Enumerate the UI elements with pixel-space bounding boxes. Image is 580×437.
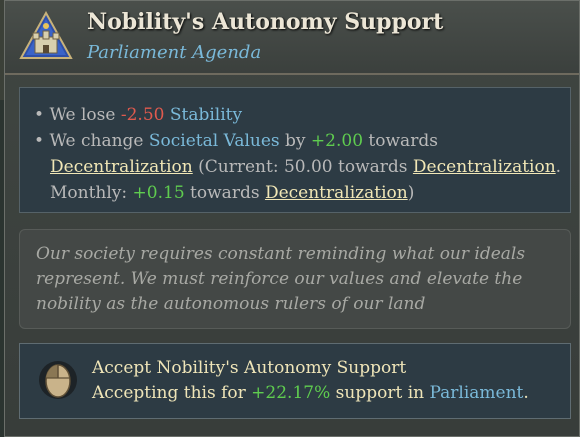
tooltip-subtitle: Parliament Agenda <box>87 42 262 63</box>
flavor-line: Our society requires constant reminding … <box>36 244 526 264</box>
effects-box: • We lose -2.50 Stability • We change So… <box>19 87 571 213</box>
effect-line-monthly: Monthly: +0.15 towards Decentralization) <box>50 183 415 203</box>
accept-action-description: Accepting this for +22.17% support in Pa… <box>92 383 529 403</box>
decentralization-link[interactable]: Decentralization <box>413 157 556 177</box>
stability-link[interactable]: Stability <box>170 105 242 125</box>
tooltip-panel: Nobility's Autonomy Support Parliament A… <box>4 0 580 437</box>
tooltip-title: Nobility's Autonomy Support <box>87 9 444 35</box>
effect-line-current: Decentralization (Current: 50.00 towards… <box>50 157 562 177</box>
societal-values-link[interactable]: Societal Values <box>149 131 280 151</box>
parliament-support-value: +22.17% <box>251 383 331 403</box>
societal-change-value: +2.00 <box>310 131 364 151</box>
tooltip-header: Nobility's Autonomy Support Parliament A… <box>5 1 579 75</box>
mouse-left-click-icon <box>38 358 78 402</box>
accept-action-title: Accept Nobility's Autonomy Support <box>92 358 407 378</box>
flavor-text-box: Our society requires constant reminding … <box>19 229 571 329</box>
effect-line-stability: • We lose -2.50 Stability <box>34 105 243 125</box>
accept-action-box[interactable]: Accept Nobility's Autonomy Support Accep… <box>19 343 571 419</box>
bullet: • <box>34 131 50 151</box>
bullet: • <box>34 105 50 125</box>
effect-line-societal-values: • We change Societal Values by +2.00 tow… <box>34 131 438 151</box>
flavor-line: nobility as the autonomous rulers of our… <box>36 294 426 314</box>
monthly-change-value: +0.15 <box>132 183 185 203</box>
estate-castle-icon <box>19 10 73 61</box>
stability-change-value: -2.50 <box>120 105 165 125</box>
decentralization-link[interactable]: Decentralization <box>265 183 408 203</box>
decentralization-link[interactable]: Decentralization <box>50 157 193 177</box>
parliament-link[interactable]: Parliament <box>429 383 523 403</box>
flavor-line: represent. We must reinforce our values … <box>36 269 523 289</box>
